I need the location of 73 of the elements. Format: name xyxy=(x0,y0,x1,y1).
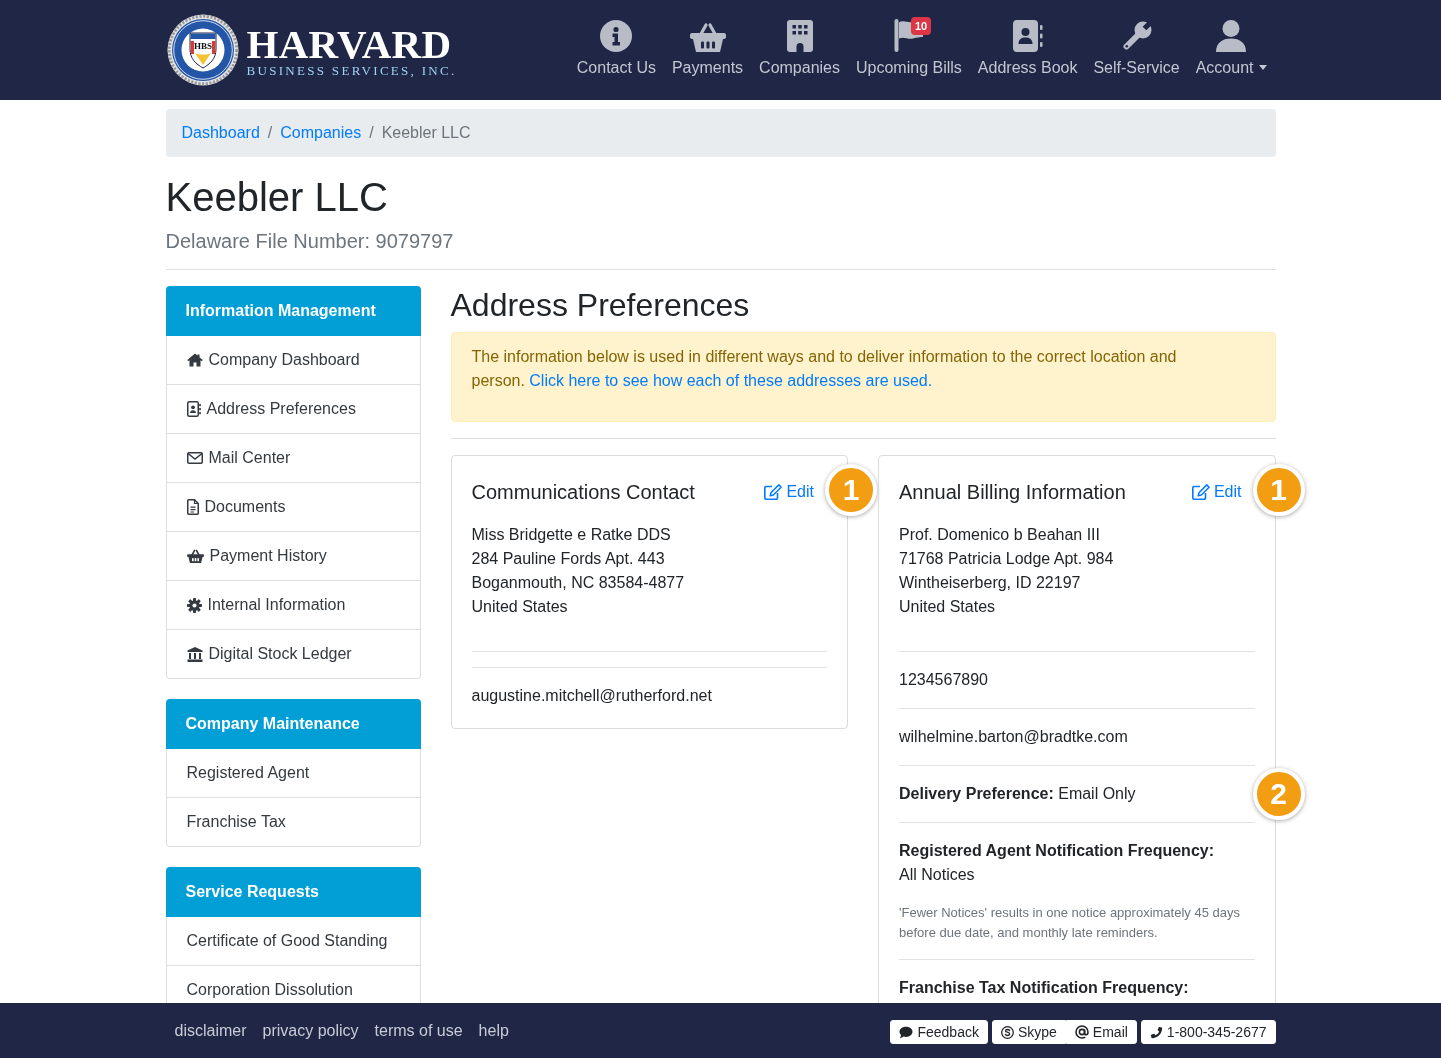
wrench-icon xyxy=(1120,20,1153,52)
phone-icon xyxy=(1149,1025,1163,1039)
sidebar-link[interactable]: Payment History xyxy=(165,532,421,581)
skype-icon xyxy=(1000,1025,1014,1039)
card-title: Annual Billing Information xyxy=(899,480,1126,504)
brand-name: HARVARD xyxy=(246,24,453,63)
nav-link[interactable]: Self-Service xyxy=(1093,0,1180,100)
field-label: Franchise Tax Notification Frequency: xyxy=(899,978,1190,998)
field-label: Registered Agent Notification Frequency: xyxy=(899,841,1215,861)
address-book-icon xyxy=(1012,20,1043,52)
sidebar-link[interactable]: Certificate of Good Standing xyxy=(165,917,421,966)
file-number: Delaware File Number: 9079797 xyxy=(165,229,455,253)
sidebar-section-header: Company Maintenance xyxy=(165,699,421,749)
card-title: Communications Contact xyxy=(471,480,695,504)
nav-link[interactable]: Contact Us xyxy=(576,0,656,100)
footer-link[interactable]: privacy policy xyxy=(262,1021,359,1040)
bank-icon xyxy=(186,646,203,662)
home-icon xyxy=(186,353,203,367)
mailing-address: Prof. Domenico b Beahan III 71768 Patricia Lodge Apt. 984 Wintheiserberg, ID 22197 United States xyxy=(899,525,1115,617)
document-icon xyxy=(186,499,199,515)
nav-link[interactable]: 10 Upcoming Bills xyxy=(856,0,962,100)
info-icon xyxy=(600,20,633,52)
sidebar-link[interactable]: Franchise Tax xyxy=(165,798,421,847)
edit-link[interactable]: Edit xyxy=(764,480,814,504)
phone-number: 1234567890 xyxy=(899,670,989,690)
sidebar-link[interactable]: Internal Information xyxy=(165,581,421,630)
breadcrumb-current: Keebler LLC xyxy=(381,124,471,142)
mailing-address: Miss Bridgette e Ratke DDS 284 Pauline Fords Apt. 443 Boganmouth, NC 83584-4877 United States xyxy=(471,525,686,617)
contact-button[interactable]: Skype xyxy=(991,1020,1066,1044)
edit-icon xyxy=(1191,484,1210,500)
contact-button[interactable]: Feedback xyxy=(890,1020,988,1044)
email-address: wilhelmine.barton@bradtke.com xyxy=(899,727,1129,747)
at-sign-icon xyxy=(1074,1025,1089,1039)
building-icon xyxy=(786,20,813,52)
page-section-title: Address Preferences xyxy=(450,286,751,324)
sidebar-section-header: Information Management xyxy=(165,286,421,336)
breadcrumb-separator: / xyxy=(267,124,273,142)
footer-link[interactable]: help xyxy=(478,1021,509,1040)
contact-button[interactable]: 1-800-345-2677 xyxy=(1140,1020,1276,1044)
sidebar-link[interactable]: Registered Agent xyxy=(165,749,421,798)
edit-icon xyxy=(764,484,783,500)
contact-button[interactable]: Email xyxy=(1065,1020,1137,1044)
sidebar-link[interactable]: Company Dashboard xyxy=(165,336,421,385)
speech-bubble-icon xyxy=(899,1025,914,1039)
sidebar-link[interactable]: Digital Stock Ledger xyxy=(165,630,421,679)
nav-link[interactable]: Payments xyxy=(671,0,744,100)
nav-link[interactable]: Companies xyxy=(759,0,840,100)
brand-tagline: BUSINESS SERVICES, INC. xyxy=(246,62,457,78)
nav-link[interactable]: Account xyxy=(1195,0,1267,100)
footer-link[interactable]: disclaimer xyxy=(174,1021,247,1040)
sidebar-link[interactable]: Documents xyxy=(165,483,421,532)
basket-icon xyxy=(689,22,726,52)
field-value: All Notices xyxy=(899,865,976,885)
notification-count: 10 xyxy=(910,17,932,35)
sidebar-section-header: Service Requests xyxy=(165,867,421,917)
help-link[interactable]: Click here to see how each of these addresses are used. xyxy=(529,372,933,389)
delivery-preference: Delivery Preference: Email Only xyxy=(899,784,1137,804)
nav-link[interactable]: Address Book xyxy=(977,0,1078,100)
field-note: 'Fewer Notices' results in one notice approximately 45 days before due date, and monthly late reminders. xyxy=(899,904,1241,942)
breadcrumb-separator: / xyxy=(369,124,374,142)
edit-link[interactable]: Edit xyxy=(1191,480,1242,504)
user-icon xyxy=(1216,20,1247,52)
email-address: augustine.mitchell@rutherford.net xyxy=(471,686,713,706)
envelope-icon xyxy=(186,452,203,464)
gear-icon xyxy=(186,597,202,613)
seal-logo: HBS xyxy=(166,14,239,86)
contact-card-icon xyxy=(186,401,201,417)
footer-link[interactable]: terms of use xyxy=(374,1021,463,1040)
notice-text: The information below is used in different ways and to deliver information to the correct location and person. Click here to see how each of these addresses are used. xyxy=(471,347,1178,391)
sidebar-link[interactable]: Mail Center xyxy=(165,434,421,483)
company-name: Keebler LLC xyxy=(165,174,389,221)
sidebar-link[interactable]: Address Preferences xyxy=(165,385,421,434)
basket-icon xyxy=(186,549,204,563)
